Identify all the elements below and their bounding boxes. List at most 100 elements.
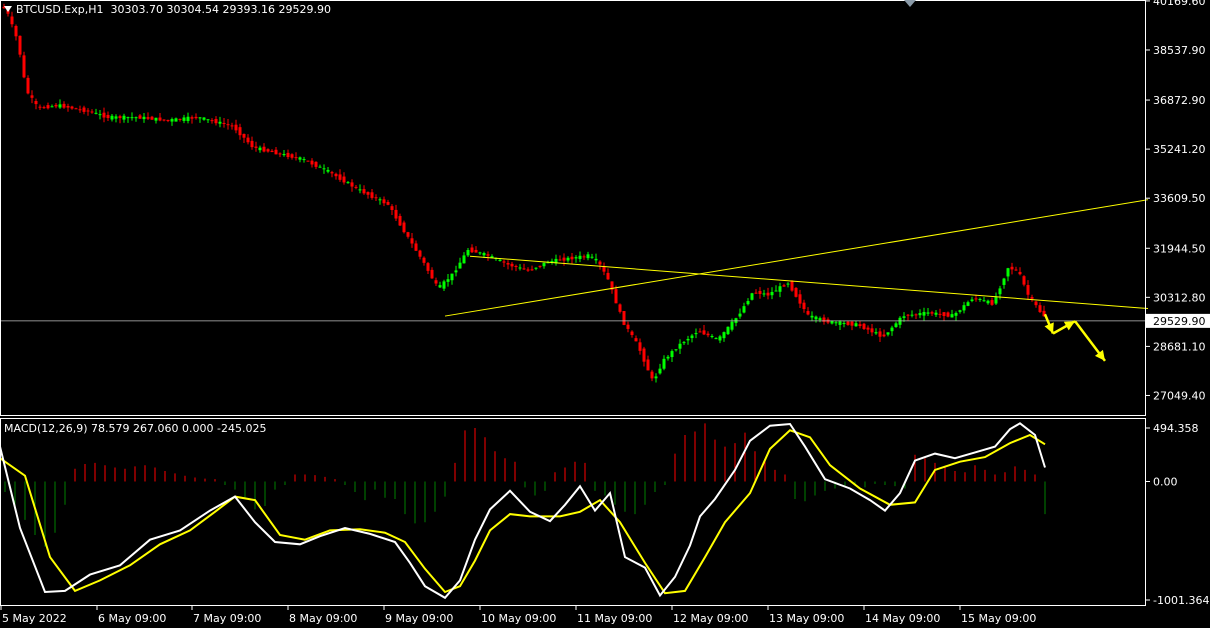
bull-candle bbox=[218, 121, 222, 124]
bear-candle bbox=[250, 140, 254, 148]
bear-candle bbox=[914, 314, 918, 316]
bear-candle bbox=[234, 124, 238, 131]
bull-candle bbox=[834, 322, 838, 324]
bull-candle bbox=[686, 338, 690, 341]
bear-candle bbox=[402, 222, 406, 233]
bull-candle bbox=[202, 117, 206, 120]
bear-candle bbox=[1018, 271, 1022, 275]
bear-candle bbox=[486, 254, 490, 256]
bull-candle bbox=[566, 257, 570, 261]
bear-candle bbox=[150, 116, 154, 120]
bear-candle bbox=[878, 331, 882, 337]
bear-candle bbox=[10, 16, 14, 25]
bear-candle bbox=[34, 101, 38, 105]
bear-candle bbox=[850, 321, 854, 326]
bull-candle bbox=[814, 316, 818, 320]
bear-candle bbox=[570, 256, 574, 260]
bear-candle bbox=[1014, 269, 1018, 271]
bear-candle bbox=[354, 186, 358, 188]
price-tick-label: 38537.90 bbox=[1153, 44, 1206, 57]
bull-candle bbox=[442, 281, 446, 289]
bear-candle bbox=[230, 125, 234, 127]
bear-candle bbox=[290, 154, 294, 158]
macd-header: MACD(12,26,9) 78.579 267.060 0.000 -245.… bbox=[4, 422, 267, 435]
bear-candle bbox=[758, 290, 762, 295]
price-tick-label: 28681.10 bbox=[1153, 340, 1206, 353]
bull-candle bbox=[714, 338, 718, 340]
bear-candle bbox=[166, 119, 170, 121]
bull-candle bbox=[126, 117, 130, 119]
bear-candle bbox=[1022, 276, 1026, 285]
bull-candle bbox=[490, 256, 494, 258]
bull-candle bbox=[98, 114, 102, 116]
time-tick-label: 14 May 09:00 bbox=[865, 612, 940, 625]
bear-candle bbox=[434, 280, 438, 284]
bear-candle bbox=[618, 304, 622, 312]
bull-candle bbox=[446, 279, 450, 282]
bull-candle bbox=[666, 356, 670, 359]
bull-candle bbox=[786, 283, 790, 285]
bear-candle bbox=[846, 321, 850, 325]
bear-candle bbox=[622, 311, 626, 325]
bear-candle bbox=[706, 333, 710, 336]
bull-candle bbox=[722, 332, 726, 339]
symbol-timeframe: BTCUSD.Exp,H1 bbox=[16, 3, 104, 16]
bull-candle bbox=[110, 115, 114, 120]
bear-candle bbox=[858, 324, 862, 326]
bear-candle bbox=[26, 77, 30, 94]
bear-candle bbox=[538, 265, 542, 267]
bull-candle bbox=[750, 293, 754, 300]
bull-candle bbox=[998, 288, 1002, 295]
bear-candle bbox=[790, 280, 794, 291]
bull-candle bbox=[594, 258, 598, 261]
bull-candle bbox=[962, 305, 966, 311]
bull-candle bbox=[726, 326, 730, 335]
bear-candle bbox=[414, 243, 418, 251]
dropdown-arrow-icon[interactable] bbox=[4, 6, 12, 12]
bear-candle bbox=[390, 206, 394, 210]
bear-candle bbox=[194, 116, 198, 119]
time-tick-label: 8 May 09:00 bbox=[289, 612, 357, 625]
price-tick-label: 36872.90 bbox=[1153, 94, 1206, 107]
bear-candle bbox=[386, 201, 390, 205]
bull-candle bbox=[658, 368, 662, 374]
bull-candle bbox=[550, 261, 554, 263]
bear-candle bbox=[638, 342, 642, 351]
bull-candle bbox=[854, 323, 858, 327]
bull-candle bbox=[966, 302, 970, 306]
bull-candle bbox=[890, 327, 894, 332]
bear-candle bbox=[766, 292, 770, 296]
bear-candle bbox=[650, 371, 654, 379]
bear-candle bbox=[102, 112, 106, 118]
time-tick-label: 7 May 09:00 bbox=[193, 612, 261, 625]
bull-candle bbox=[950, 314, 954, 318]
bull-candle bbox=[838, 321, 842, 325]
bull-candle bbox=[958, 310, 962, 312]
bull-candle bbox=[894, 323, 898, 328]
bear-candle bbox=[62, 103, 66, 108]
time-tick-label: 15 May 09:00 bbox=[961, 612, 1036, 625]
bull-candle bbox=[186, 116, 190, 121]
bull-candle bbox=[674, 349, 678, 351]
bear-candle bbox=[418, 250, 422, 257]
bull-candle bbox=[830, 320, 834, 324]
bear-candle bbox=[558, 259, 562, 261]
bull-candle bbox=[482, 253, 486, 256]
bull-candle bbox=[1002, 278, 1006, 285]
bull-candle bbox=[710, 336, 714, 338]
bear-candle bbox=[514, 266, 518, 268]
bull-candle bbox=[742, 306, 746, 313]
bull-candle bbox=[918, 313, 922, 316]
bear-candle bbox=[798, 294, 802, 304]
bear-candle bbox=[510, 263, 514, 267]
bear-candle bbox=[334, 173, 338, 177]
bull-candle bbox=[326, 169, 330, 172]
price-tick-label: 33609.50 bbox=[1153, 192, 1206, 205]
bull-candle bbox=[182, 117, 186, 121]
bear-candle bbox=[502, 261, 506, 263]
bull-candle bbox=[478, 252, 482, 254]
bull-candle bbox=[358, 189, 362, 191]
bull-candle bbox=[134, 117, 138, 119]
price-tick-label: 40169.60 bbox=[1153, 0, 1206, 8]
bear-candle bbox=[14, 25, 18, 37]
